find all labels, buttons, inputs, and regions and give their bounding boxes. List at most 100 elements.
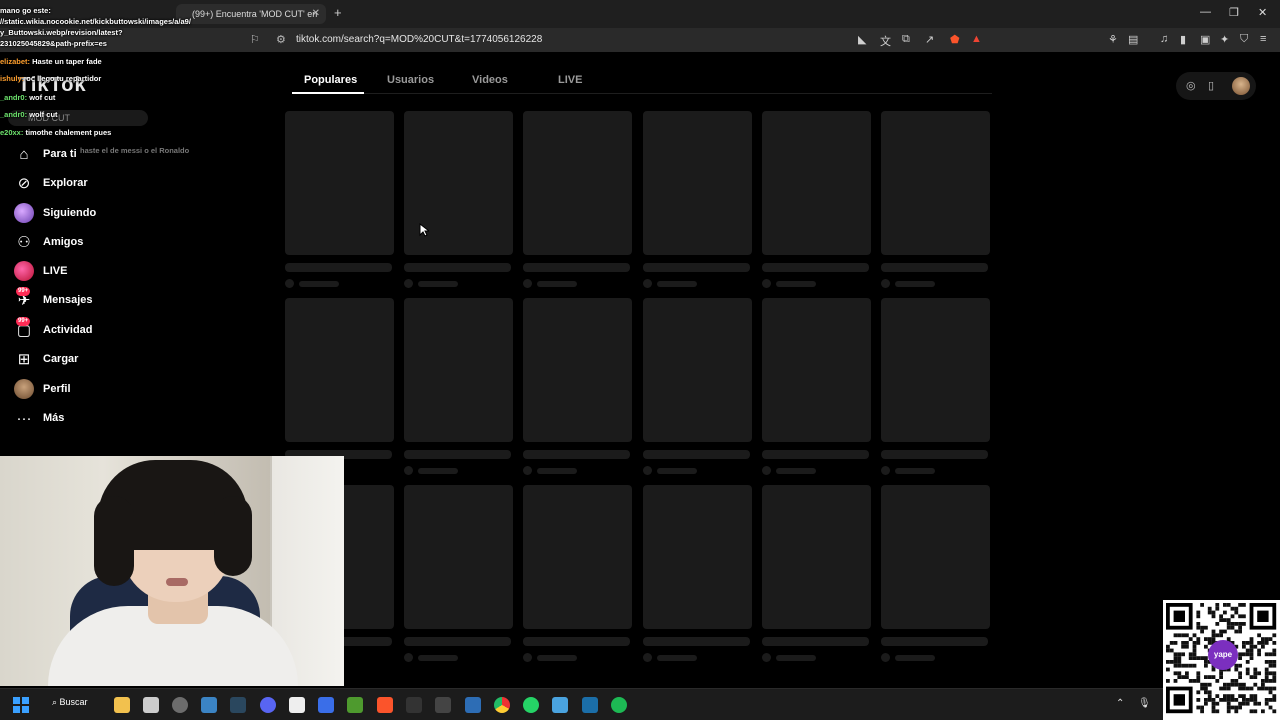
whatsapp-icon[interactable] xyxy=(523,697,539,713)
video-meta-placeholder xyxy=(643,466,752,475)
windows-start-icon[interactable] xyxy=(13,697,29,713)
discord-icon[interactable] xyxy=(260,697,276,713)
compass-icon: ⊘ xyxy=(17,175,31,192)
store-icon[interactable] xyxy=(143,697,159,713)
author-name-placeholder xyxy=(418,654,458,661)
media-icon[interactable]: ♫ xyxy=(1160,33,1168,45)
video-card-placeholder[interactable] xyxy=(762,111,871,288)
video-card-placeholder[interactable] xyxy=(881,111,990,288)
extensions-icon[interactable]: ⚘ xyxy=(1108,33,1118,46)
chat-username: e20xx: xyxy=(0,128,24,137)
spotify-icon[interactable] xyxy=(611,697,627,713)
sidebar-item-label: Cargar xyxy=(43,353,79,365)
author-name-placeholder xyxy=(657,280,697,287)
video-meta-placeholder xyxy=(404,279,513,288)
maximize-icon[interactable]: ❐ xyxy=(1229,6,1239,19)
leo-icon[interactable]: ✦ xyxy=(1220,33,1229,46)
video-card-placeholder[interactable] xyxy=(404,111,513,288)
tab-live[interactable]: LIVE xyxy=(558,74,582,86)
url-field[interactable]: tiktok.com/search?q=MOD%20CUT&t=17740561… xyxy=(296,34,542,45)
blue-app-icon[interactable] xyxy=(318,697,334,713)
chat-icon[interactable] xyxy=(201,697,217,713)
author-avatar-placeholder xyxy=(762,653,771,662)
tab-videos[interactable]: Videos xyxy=(472,74,508,86)
bookmark-icon[interactable]: ⚐ xyxy=(250,33,260,46)
wallet-icon[interactable]: ▣ xyxy=(1200,33,1210,46)
video-card-placeholder[interactable] xyxy=(523,485,632,662)
chevron-up-icon[interactable]: ⌃ xyxy=(1116,698,1124,709)
tab-populares[interactable]: Populares xyxy=(304,74,357,86)
site-info-icon[interactable]: ⚙ xyxy=(276,33,286,46)
vpn-icon[interactable]: ⛉ xyxy=(1240,33,1248,46)
sidebar-item-perfil[interactable]: Perfil xyxy=(14,378,144,400)
phone-icon[interactable]: ▯ xyxy=(1208,79,1214,92)
activity-icon: ▢ 99+ xyxy=(16,317,32,339)
sidebar-item-amigos[interactable]: ⚇ Amigos xyxy=(14,231,144,253)
sidebar-item-label: Para ti xyxy=(43,148,77,160)
steam-icon[interactable] xyxy=(582,697,598,713)
steam-icon[interactable] xyxy=(230,697,246,713)
video-thumbnail-placeholder xyxy=(643,485,752,629)
close-window-icon[interactable]: ✕ xyxy=(1258,6,1267,19)
chat-text: mano go este: xyxy=(0,6,51,15)
browser-tab[interactable]: (99+) Encuentra 'MOD CUT' en T... ✕ xyxy=(176,4,326,39)
obs-icon[interactable] xyxy=(435,697,451,713)
user-avatar-icon[interactable] xyxy=(1232,77,1250,95)
video-card-placeholder[interactable] xyxy=(285,111,394,288)
video-meta-placeholder xyxy=(523,466,632,475)
sidebar-icon[interactable]: ▤ xyxy=(1128,33,1138,46)
video-card-placeholder[interactable] xyxy=(643,111,752,288)
video-card-placeholder[interactable] xyxy=(762,298,871,475)
chat-message: e20xx: timothe chalement pues xyxy=(0,128,111,137)
video-card-placeholder[interactable] xyxy=(881,485,990,662)
video-card-placeholder[interactable] xyxy=(643,298,752,475)
video-meta-placeholder xyxy=(762,279,871,288)
tab-usuarios[interactable]: Usuarios xyxy=(387,74,434,86)
video-card-placeholder[interactable] xyxy=(285,298,394,475)
screenshot-icon[interactable]: ⧉ xyxy=(902,33,910,46)
brave-rewards-icon[interactable]: ▲ xyxy=(971,33,982,45)
microphone-icon[interactable]: 🎙 xyxy=(1138,698,1151,709)
video-card-placeholder[interactable] xyxy=(523,111,632,288)
video-meta-placeholder xyxy=(881,653,990,662)
chrome-icon[interactable] xyxy=(494,697,510,713)
sidebar-item-siguiendo[interactable]: Siguiendo xyxy=(14,202,144,224)
author-avatar-placeholder xyxy=(404,279,413,288)
menu-icon[interactable]: ≡ xyxy=(1260,33,1266,45)
new-tab-button[interactable]: + xyxy=(334,5,342,20)
author-name-placeholder xyxy=(895,654,935,661)
notepad-icon[interactable] xyxy=(552,697,568,713)
video-thumbnail-placeholder xyxy=(762,485,871,629)
taskbar-search[interactable]: ⌕ Buscar xyxy=(52,697,88,708)
sidebar-item-mas[interactable]: ··· Más xyxy=(14,407,144,429)
coin-icon[interactable]: ◎ xyxy=(1186,79,1196,92)
calculator-icon[interactable] xyxy=(465,697,481,713)
reader-icon[interactable]: ◣ xyxy=(858,33,866,46)
brave-icon[interactable] xyxy=(377,697,393,713)
sidebar-item-label: Explorar xyxy=(43,177,88,189)
video-card-placeholder[interactable] xyxy=(523,298,632,475)
video-card-placeholder[interactable] xyxy=(881,298,990,475)
capcut-icon[interactable] xyxy=(289,697,305,713)
apps-icon[interactable] xyxy=(172,697,188,713)
close-tab-icon[interactable]: ✕ xyxy=(312,4,320,24)
sidebar-item-explorar[interactable]: ⊘ Explorar xyxy=(14,172,144,194)
author-avatar-placeholder xyxy=(523,279,532,288)
video-card-placeholder[interactable] xyxy=(762,485,871,662)
video-card-placeholder[interactable] xyxy=(643,485,752,662)
sidebar-item-actividad[interactable]: ▢ 99+ Actividad xyxy=(14,317,144,341)
video-thumbnail-placeholder xyxy=(404,298,513,442)
minimize-icon[interactable]: — xyxy=(1200,6,1211,18)
share-icon[interactable]: ↗ xyxy=(925,33,934,46)
sidebar-item-mensajes[interactable]: ✈ 99+ Mensajes xyxy=(14,287,144,311)
sidebar-item-live[interactable]: LIVE xyxy=(14,260,144,282)
translate-icon[interactable]: 文 xyxy=(880,33,891,49)
minecraft-icon[interactable] xyxy=(347,697,363,713)
sidebar-item-cargar[interactable]: ⊞ Cargar xyxy=(14,348,144,370)
epic-games-icon[interactable] xyxy=(406,697,422,713)
file-explorer-icon[interactable] xyxy=(114,697,130,713)
panel-icon[interactable]: ▮ xyxy=(1180,33,1186,46)
video-card-placeholder[interactable] xyxy=(404,298,513,475)
video-card-placeholder[interactable] xyxy=(404,485,513,662)
brave-shield-icon[interactable]: ⬟ xyxy=(950,33,960,46)
